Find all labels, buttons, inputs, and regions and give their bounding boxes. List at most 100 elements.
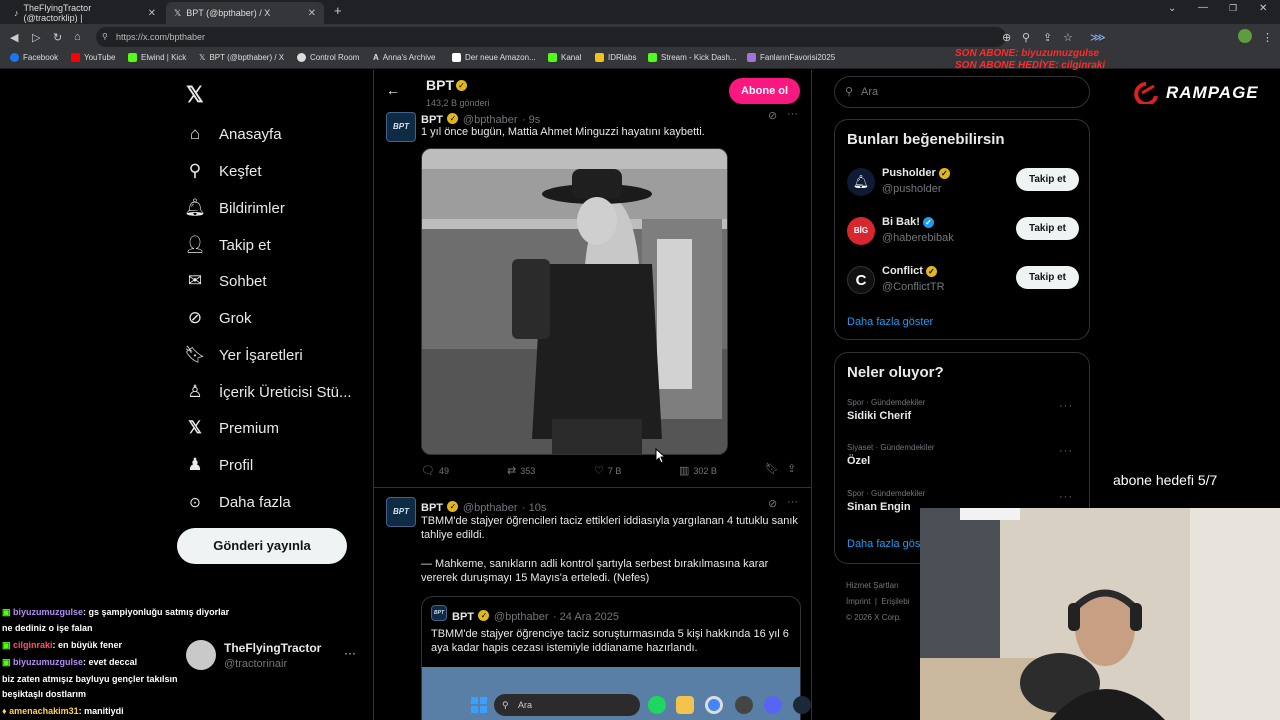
more-dots-icon[interactable]: ···	[344, 646, 356, 660]
minimize-button[interactable]: —	[1198, 2, 1208, 13]
new-tab-button[interactable]: +	[334, 3, 342, 18]
bookmark-item[interactable]: Kanal	[548, 53, 581, 62]
tweet-photo[interactable]	[421, 148, 728, 455]
trend-item[interactable]: Spor · Gündemdekiler Sidiki Cherif ···	[847, 398, 1079, 438]
trend-item[interactable]: Siyaset · Gündemdekiler Özel ···	[847, 443, 1079, 483]
reply-button[interactable]: 🗨︎ 49	[421, 464, 449, 477]
suggestion-item[interactable]: 🔔︎ Pusholder ✓ @pusholder Takip et	[847, 164, 1079, 204]
suggestion-item[interactable]: BİG Bi Bak! ✓ @haberebibak Takip et	[847, 213, 1079, 253]
bookmark-item[interactable]: Control Room	[297, 53, 359, 62]
more-dots-icon[interactable]: ···	[787, 108, 798, 120]
url-field[interactable]: ⚲ https://x.com/bpthaber	[96, 27, 1006, 47]
close-icon[interactable]: ✕	[148, 8, 156, 19]
card-title: Neler oluyor?	[847, 364, 944, 381]
terms-link[interactable]: Hizmet Şartları	[846, 578, 909, 594]
nav-grok[interactable]: ⊘ Grok	[185, 300, 252, 336]
home-icon[interactable]: ⌂	[74, 31, 81, 43]
tweet[interactable]: BPT BPT ✓ @bpthaber · 9s ⊘ ··· 1 yıl önc…	[374, 108, 811, 488]
share-icon[interactable]: ⇪	[787, 462, 796, 475]
search-icon: ⚲	[188, 161, 202, 180]
nav-home[interactable]: ⌂ Anasayfa	[185, 116, 282, 152]
more-dots-icon[interactable]: ···	[1059, 400, 1073, 412]
bookmark-star-icon[interactable]: ☆	[1063, 31, 1073, 44]
zoom-icon[interactable]: ⚲	[1022, 31, 1030, 44]
author-handle[interactable]: @bpthaber	[463, 502, 518, 514]
mail-icon: ✉	[187, 271, 203, 290]
file-explorer-icon[interactable]	[676, 696, 694, 714]
bookmark-item[interactable]: Der neue Amazon...	[452, 53, 536, 62]
more-dots-icon[interactable]: ···	[1059, 445, 1073, 457]
windows-start-icon[interactable]	[470, 696, 488, 714]
follow-button[interactable]: Takip et	[1016, 168, 1079, 191]
post-button[interactable]: Gönderi yayınla	[177, 528, 347, 564]
nav-notifications[interactable]: 🔔︎ Bildirimler	[184, 190, 285, 226]
tab-tractor[interactable]: ♪ TheFlyingTractor (@tractorklip) | ✕	[6, 2, 164, 24]
bookmark-icon[interactable]: 🔖︎	[765, 462, 779, 475]
close-window-button[interactable]: ✕	[1259, 3, 1267, 14]
nav-more[interactable]: ⊙ Daha fazla	[185, 484, 291, 520]
nav-messages[interactable]: ✉ Sohbet	[185, 263, 267, 299]
follow-button[interactable]: Takip et	[1016, 217, 1079, 240]
close-icon[interactable]: ✕	[308, 8, 316, 19]
site-info-icon[interactable]: ⚲	[102, 27, 108, 47]
nav-follow[interactable]: 👤︎ Takip et	[184, 227, 271, 263]
retweet-icon: ⇄	[507, 465, 517, 477]
suggestion-item[interactable]: C Conflict ✓ @ConflictTR Takip et	[847, 262, 1079, 302]
avatar[interactable]: BPT	[386, 112, 416, 142]
imprint-link[interactable]: İmprint	[846, 597, 870, 606]
views-button[interactable]: ▥ 302 B	[679, 464, 717, 477]
x-logo-icon[interactable]: 𝕏	[186, 82, 204, 108]
webcam-feed	[920, 508, 1280, 720]
reload-icon[interactable]: ↻	[53, 31, 62, 44]
taskbar-search[interactable]: ⚲ Ara	[494, 694, 640, 716]
tweet[interactable]: BPT BPT ✓ @bpthaber · 10s ⊘ ··· TBMM'de …	[374, 495, 811, 720]
like-button[interactable]: ♡ 7 B	[594, 464, 621, 477]
nav-profile[interactable]: ♟ Profil	[185, 447, 253, 483]
extension-icon[interactable]: ⊕	[1002, 31, 1011, 44]
grok-icon[interactable]: ⊘	[768, 497, 777, 510]
avatar[interactable]: BPT	[386, 497, 416, 527]
tab-bpt[interactable]: 𝕏 BPT (@bpthaber) / X ✕	[166, 2, 324, 24]
retweet-button[interactable]: ⇄ 353	[507, 464, 535, 477]
grok-icon[interactable]: ⊘	[768, 109, 777, 122]
nav-bookmarks[interactable]: 🔖︎ Yer İşaretleri	[184, 337, 302, 373]
more-dots-icon[interactable]: ···	[787, 496, 798, 508]
tweet-time[interactable]: · 10s	[522, 502, 546, 514]
accessibility-link[interactable]: Erişilebi	[881, 597, 909, 606]
steam-icon[interactable]	[793, 696, 811, 714]
bookmark-item[interactable]: 𝕏 BPT (@bpthaber) / X	[199, 53, 284, 62]
search-input[interactable]: ⚲ Ara	[834, 76, 1090, 108]
author-name[interactable]: BPT	[421, 502, 443, 514]
nav-premium[interactable]: 𝕏 Premium	[185, 410, 279, 446]
forward-icon[interactable]: ▷	[32, 31, 40, 44]
more-dots-icon[interactable]: ···	[1059, 491, 1073, 503]
menu-icon[interactable]: ⋮	[1262, 31, 1273, 44]
account-switcher[interactable]: TheFlyingTractor @tractorinair ···	[184, 636, 364, 676]
maximize-button[interactable]: ❐	[1229, 3, 1237, 14]
tab-search-icon[interactable]: ⌄	[1168, 3, 1176, 14]
nav-explore[interactable]: ⚲ Keşfet	[185, 153, 262, 189]
spotify-icon[interactable]	[648, 696, 666, 714]
bookmark-item[interactable]: IDRlabs	[595, 53, 636, 62]
follow-button[interactable]: Takip et	[1016, 266, 1079, 289]
discord-icon[interactable]	[764, 696, 782, 714]
bibak-avatar-icon: BİG	[847, 217, 875, 245]
subscribe-button[interactable]: Abone ol	[729, 78, 800, 104]
chrome-icon[interactable]	[705, 696, 723, 714]
back-arrow-icon[interactable]: ←	[386, 82, 400, 98]
bookmark-item[interactable]: Facebook	[10, 53, 58, 62]
back-icon[interactable]: ◀	[10, 31, 18, 44]
bookmark-item[interactable]: Stream - Kick Dash...	[648, 53, 737, 62]
obs-icon[interactable]	[735, 696, 753, 714]
bookmark-item[interactable]: A Anna's Archive	[373, 53, 435, 62]
show-more-link[interactable]: Daha fazla göst	[847, 538, 923, 550]
chat-message: ne dediniz o işe falan	[2, 623, 93, 633]
cast-icon[interactable]: ⋙	[1090, 31, 1106, 44]
show-more-link[interactable]: Daha fazla göster	[847, 316, 933, 328]
bookmark-item[interactable]: FanlarınFavorisi2025	[747, 53, 835, 62]
profile-avatar[interactable]	[1238, 29, 1252, 43]
share-icon[interactable]: ⇪	[1043, 31, 1052, 44]
bookmark-item[interactable]: YouTube	[71, 53, 115, 62]
nav-creator-studio[interactable]: ♙ İçerik Üreticisi Stü...	[185, 374, 351, 410]
bookmark-item[interactable]: Elwind | Kick	[128, 53, 186, 62]
